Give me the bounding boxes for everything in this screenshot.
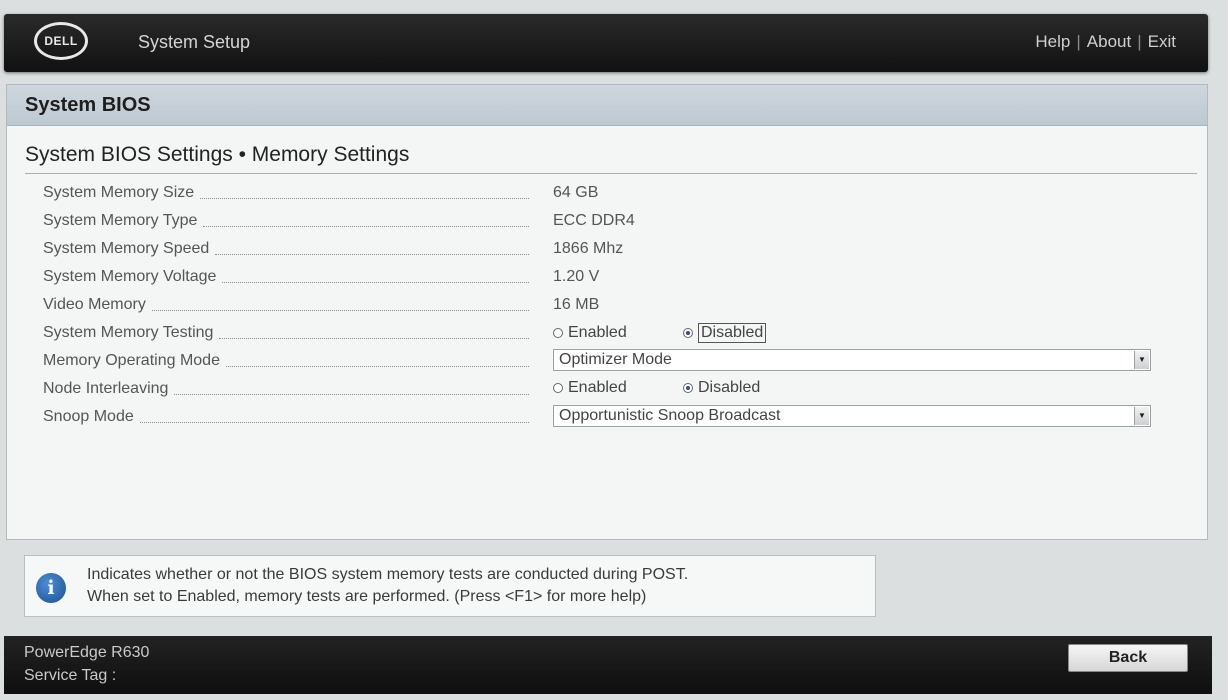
top-bar: DELL System Setup Help | About | Exit	[4, 14, 1208, 72]
setting-value: 1.20 V	[553, 268, 600, 285]
radio-unselected-icon	[553, 383, 563, 393]
memory-testing-disabled-radio[interactable]: Disabled	[683, 323, 813, 343]
setting-label: Snoop Mode	[43, 408, 529, 426]
setting-row-memory-speed: System Memory Speed 1866 Mhz	[7, 237, 1207, 265]
setting-label: Node Interleaving	[43, 380, 529, 398]
setting-value: 16 MB	[553, 296, 600, 313]
setting-row-memory-size: System Memory Size 64 GB	[7, 181, 1207, 209]
info-icon: i	[36, 573, 66, 603]
setting-label: Video Memory	[43, 296, 529, 314]
setting-row-operating-mode: Memory Operating Mode Optimizer Mode ▼	[7, 349, 1207, 377]
help-box: i Indicates whether or not the BIOS syst…	[24, 555, 876, 617]
help-line-1: Indicates whether or not the BIOS system…	[87, 566, 689, 583]
settings-panel: System BIOS System BIOS Settings • Memor…	[6, 84, 1208, 540]
chevron-down-icon[interactable]: ▼	[1134, 351, 1149, 369]
setting-value: 1866 Mhz	[553, 240, 624, 257]
memory-testing-radio-group: Enabled Disabled	[553, 323, 813, 343]
node-interleaving-radio-group: Enabled Disabled	[553, 379, 813, 397]
chevron-down-icon[interactable]: ▼	[1134, 407, 1149, 425]
service-tag: Service Tag :	[24, 667, 117, 684]
memory-testing-enabled-radio[interactable]: Enabled	[553, 323, 683, 343]
setting-row-memory-type: System Memory Type ECC DDR4	[7, 209, 1207, 237]
setting-value: ECC DDR4	[553, 212, 635, 229]
memory-operating-mode-select[interactable]: Optimizer Mode ▼	[553, 349, 1151, 371]
setting-label: System Memory Voltage	[43, 268, 529, 286]
setting-label: System Memory Speed	[43, 240, 529, 258]
about-link[interactable]: About	[1087, 32, 1131, 52]
divider	[25, 173, 1197, 174]
back-button[interactable]: Back	[1068, 644, 1188, 672]
radio-selected-icon	[683, 328, 693, 338]
help-text: Indicates whether or not the BIOS system…	[87, 564, 688, 608]
setting-value: 64 GB	[553, 184, 599, 201]
link-separator: |	[1076, 32, 1081, 51]
setting-row-memory-voltage: System Memory Voltage 1.20 V	[7, 265, 1207, 293]
help-line-2: When set to Enabled, memory tests are pe…	[87, 588, 647, 605]
node-interleaving-disabled-radio[interactable]: Disabled	[683, 379, 813, 397]
help-link[interactable]: Help	[1035, 32, 1070, 52]
setting-row-video-memory: Video Memory 16 MB	[7, 293, 1207, 321]
setting-row-memory-testing: System Memory Testing Enabled Disabled	[7, 321, 1207, 349]
settings-list: System Memory Size 64 GB System Memory T…	[7, 181, 1207, 433]
link-separator: |	[1137, 32, 1142, 51]
setting-label: Memory Operating Mode	[43, 352, 529, 370]
radio-unselected-icon	[553, 328, 563, 338]
setting-label: System Memory Size	[43, 184, 529, 202]
node-interleaving-enabled-radio[interactable]: Enabled	[553, 379, 683, 397]
radio-selected-icon	[683, 383, 693, 393]
page-title: System BIOS Settings • Memory Settings	[25, 143, 410, 166]
snoop-mode-select[interactable]: Opportunistic Snoop Broadcast ▼	[553, 405, 1151, 427]
dell-logo: DELL	[34, 22, 88, 60]
setting-label: System Memory Testing	[43, 324, 529, 342]
bottom-bar: PowerEdge R630 Service Tag : Back	[4, 636, 1212, 694]
setting-row-snoop-mode: Snoop Mode Opportunistic Snoop Broadcast…	[7, 405, 1207, 433]
exit-link[interactable]: Exit	[1148, 32, 1176, 52]
setting-row-node-interleaving: Node Interleaving Enabled Disabled	[7, 377, 1207, 405]
setting-label: System Memory Type	[43, 212, 529, 230]
panel-title: System BIOS	[7, 85, 1207, 126]
app-title: System Setup	[138, 32, 251, 52]
system-model: PowerEdge R630	[24, 644, 150, 661]
top-links: Help | About | Exit	[1035, 32, 1176, 52]
